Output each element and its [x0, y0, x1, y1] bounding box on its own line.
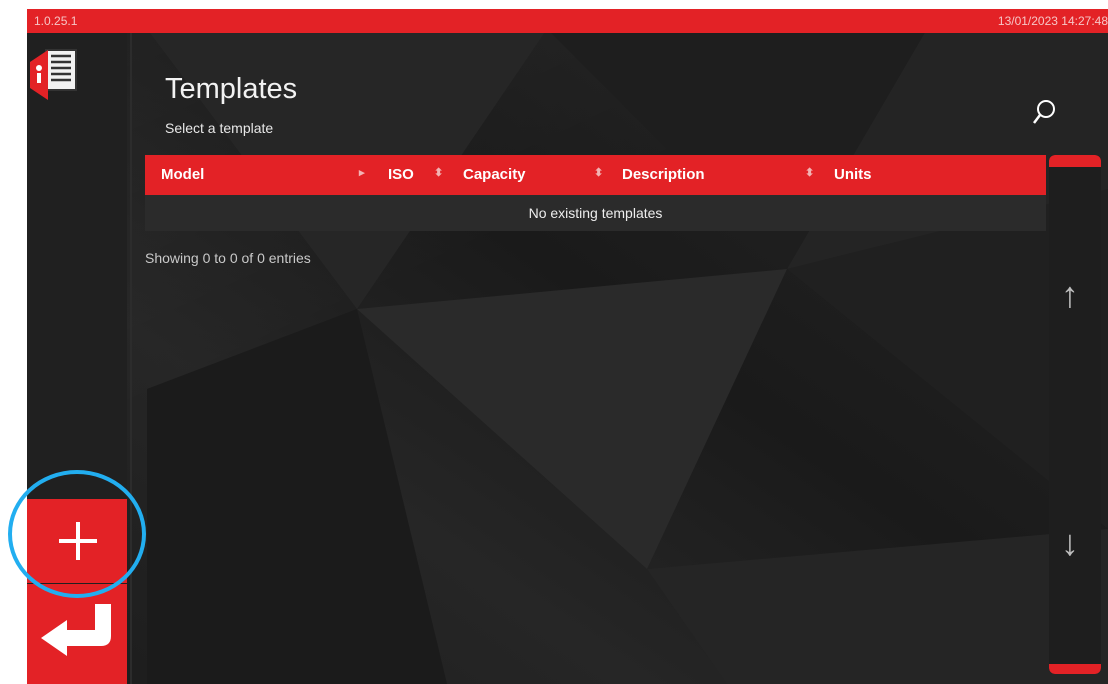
table-header: Model ▸ ISO ⬍ Capacity ⬍ Description ⬍ U…	[145, 155, 1046, 195]
page-title: Templates	[165, 73, 298, 105]
add-button-highlight-ring	[8, 470, 146, 598]
column-description[interactable]: Description	[622, 166, 705, 183]
datetime-label: 13/01/2023 14:27:48	[997, 14, 1108, 28]
page-subtitle: Select a template	[165, 120, 274, 136]
sidebar-divider	[130, 33, 132, 684]
entries-info: Showing 0 to 0 of 0 entries	[145, 250, 311, 266]
empty-table-message: No existing templates	[145, 195, 1046, 231]
background-pattern	[147, 29, 1108, 684]
app-screen: 1.0.25.1 13/01/2023 14:27:48	[27, 9, 1108, 684]
search-icon[interactable]	[1030, 95, 1058, 129]
column-capacity[interactable]: Capacity	[463, 166, 526, 183]
column-iso[interactable]: ISO	[388, 166, 414, 183]
scrollbar-top-cap	[1049, 155, 1101, 167]
scroll-up-arrow[interactable]: ↑	[1061, 274, 1079, 316]
column-model[interactable]: Model	[161, 166, 204, 183]
sort-icon: ▸	[359, 167, 365, 179]
sort-icon: ⬍	[805, 167, 815, 179]
back-button[interactable]	[27, 584, 127, 684]
sort-icon: ⬍	[594, 167, 604, 179]
scrollbar[interactable]	[1049, 155, 1101, 674]
scrollbar-bottom-cap	[1049, 664, 1101, 674]
templates-document-icon	[30, 49, 77, 100]
return-arrow-icon	[41, 604, 111, 656]
version-label: 1.0.25.1	[34, 14, 78, 28]
column-units[interactable]: Units	[834, 166, 872, 183]
sort-icon: ⬍	[434, 167, 444, 179]
status-bar: 1.0.25.1 13/01/2023 14:27:48	[27, 9, 1108, 33]
scroll-down-arrow[interactable]: ↓	[1061, 522, 1079, 564]
templates-table: Model ▸ ISO ⬍ Capacity ⬍ Description ⬍ U…	[145, 155, 1046, 231]
